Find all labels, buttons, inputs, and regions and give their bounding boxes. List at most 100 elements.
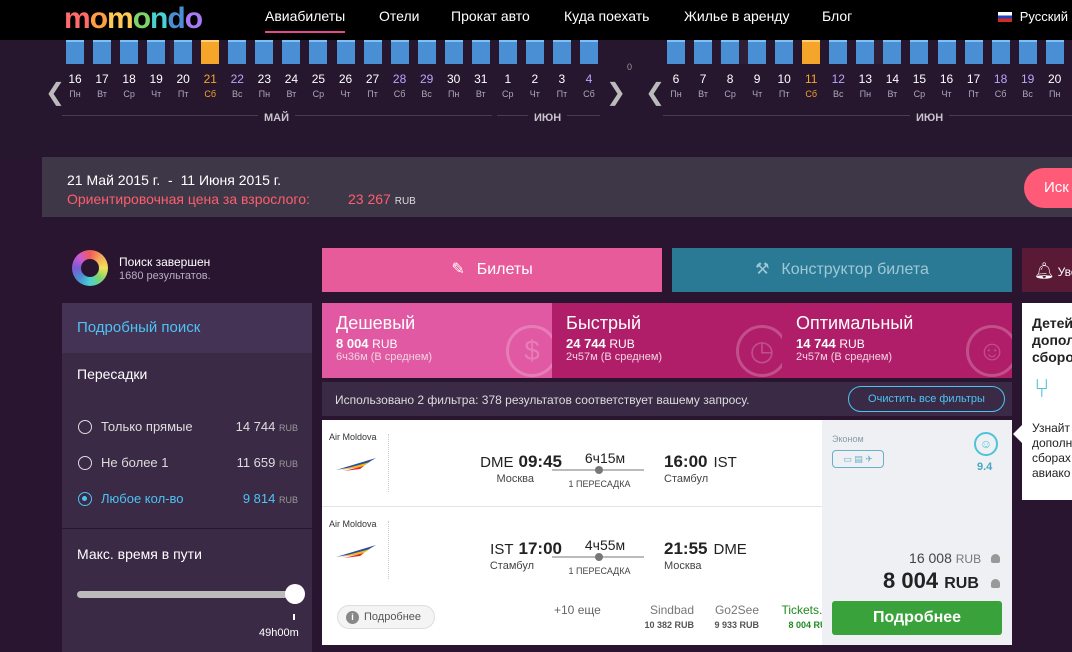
calendar-day[interactable]: 18 Ср [116, 72, 142, 99]
stops-option[interactable]: Только прямые 14 744 RUB [78, 419, 298, 437]
calendar-day[interactable]: 25 Ср [305, 72, 331, 99]
price-bar[interactable] [883, 40, 902, 64]
radio-button[interactable] [78, 420, 92, 434]
price-bar[interactable] [228, 40, 247, 64]
calendar-day[interactable]: 12 Вс [825, 72, 851, 99]
price-bar[interactable] [201, 40, 220, 64]
price-bar[interactable] [937, 40, 956, 64]
nav-destinations[interactable]: Куда поехать [564, 8, 649, 24]
price-bar[interactable] [147, 40, 166, 64]
nav-car-rental[interactable]: Прокат авто [451, 8, 530, 24]
price-bar[interactable] [174, 40, 193, 64]
calendar-day[interactable]: 19 Вс [1015, 72, 1041, 99]
calendar-day[interactable]: 15 Ср [906, 72, 932, 99]
search-button[interactable]: Иск [1024, 168, 1072, 208]
price-bar[interactable] [66, 40, 84, 64]
price-bar[interactable] [498, 40, 517, 64]
calendar-day[interactable]: 29 Вс [414, 72, 440, 99]
calendar-day[interactable]: 17 Пт [961, 72, 987, 99]
calendar-day[interactable]: 20 Пт [170, 72, 196, 99]
calendar-day[interactable]: 14 Вт [879, 72, 905, 99]
return-prev-arrow[interactable]: ❮ [645, 78, 665, 107]
calendar-day[interactable]: 4 Сб [576, 72, 602, 99]
calendar-day[interactable]: 18 Сб [988, 72, 1014, 99]
calendar-day[interactable]: 6 Пн [663, 72, 689, 99]
price-alert-button[interactable]: 🔔︎ Уве [1022, 248, 1072, 292]
calendar-day[interactable]: 24 Вт [278, 72, 304, 99]
price-bar[interactable] [471, 40, 490, 64]
provider-link[interactable]: Go2See 9 933 RUB [714, 603, 759, 630]
calendar-day[interactable]: 17 Вт [89, 72, 115, 99]
sort-optimal[interactable]: Оптимальный 14 744 RUB 2ч57м (В среднем) ☺ [782, 303, 1012, 378]
nav-flights[interactable]: Авиабилеты [265, 8, 346, 33]
more-providers[interactable]: +10 еще [554, 603, 601, 617]
price-bar[interactable] [694, 40, 713, 64]
radio-button[interactable] [78, 456, 92, 470]
language-selector[interactable]: Русский [997, 9, 1068, 24]
sort-cheapest[interactable]: Дешевый 8 004 RUB 6ч36м (В среднем) $ [322, 303, 552, 378]
provider-link[interactable]: Sindbad 10 382 RUB [644, 603, 694, 630]
nav-rentals[interactable]: Жилье в аренду [684, 8, 789, 24]
details-link[interactable]: i Подробнее [337, 605, 435, 629]
price-bar[interactable] [856, 40, 875, 64]
calendar-day[interactable]: 22 Вс [224, 72, 250, 99]
calendar-day[interactable]: 7 Вт [690, 72, 716, 99]
price-bar[interactable] [964, 40, 983, 64]
price-bar[interactable] [775, 40, 794, 64]
price-bar[interactable] [525, 40, 544, 64]
price-bar[interactable] [390, 40, 409, 64]
price-bar[interactable] [829, 40, 848, 64]
price-bar[interactable] [667, 40, 685, 64]
calendar-day[interactable]: 16 Пн [62, 72, 88, 99]
nav-hotels[interactable]: Отели [379, 8, 419, 24]
calendar-day[interactable]: 20 Пн [1042, 72, 1068, 99]
calendar-day[interactable]: 11 Сб [798, 72, 824, 99]
price-bar[interactable] [748, 40, 767, 64]
calendar-day[interactable]: 8 Ср [717, 72, 743, 99]
price-bar[interactable] [910, 40, 929, 64]
price-bar[interactable] [1045, 40, 1064, 64]
radio-button[interactable] [78, 492, 92, 506]
sort-fastest[interactable]: Быстрый 24 744 RUB 2ч57м (В среднем) ◷ [552, 303, 782, 378]
calendar-day[interactable]: 30 Пн [441, 72, 467, 99]
calendar-day[interactable]: 21 Сб [197, 72, 223, 99]
price-bar[interactable] [120, 40, 139, 64]
price-bar[interactable] [417, 40, 436, 64]
price-bar[interactable] [721, 40, 740, 64]
outbound-prev-arrow[interactable]: ❮ [45, 78, 65, 107]
calendar-day[interactable]: 9 Чт [744, 72, 770, 99]
momondo-logo[interactable]: momondo [64, 2, 203, 36]
calendar-day[interactable]: 1 Ср [495, 72, 521, 99]
clear-filters-button[interactable]: Очистить все фильтры [848, 386, 1005, 412]
price-bar[interactable] [1018, 40, 1037, 64]
price-bar[interactable] [336, 40, 355, 64]
calendar-day[interactable]: 26 Чт [333, 72, 359, 99]
price-bar[interactable] [991, 40, 1010, 64]
calendar-day[interactable]: 27 Пт [360, 72, 386, 99]
nav-blog[interactable]: Блог [822, 8, 852, 24]
price-bar[interactable] [802, 40, 821, 64]
calendar-day[interactable]: 31 Вт [468, 72, 494, 99]
calendar-day[interactable]: 13 Пн [852, 72, 878, 99]
price-bar[interactable] [309, 40, 328, 64]
calendar-day[interactable]: 16 Чт [934, 72, 960, 99]
price-bar[interactable] [255, 40, 274, 64]
price-bar[interactable] [282, 40, 301, 64]
stops-option[interactable]: Не более 1 11 659 RUB [78, 455, 298, 473]
advanced-search-title[interactable]: Подробный поиск [62, 303, 312, 353]
book-details-button[interactable]: Подробнее [832, 601, 1002, 635]
slider-handle[interactable] [285, 584, 305, 604]
price-bar[interactable] [579, 40, 598, 64]
calendar-day[interactable]: 2 Чт [522, 72, 548, 99]
calendar-day[interactable]: 19 Чт [143, 72, 169, 99]
calendar-day[interactable]: 28 Сб [387, 72, 413, 99]
calendar-day[interactable]: 10 Пт [771, 72, 797, 99]
travel-time-slider[interactable] [77, 591, 295, 598]
tab-tickets[interactable]: ✎ Билеты [322, 248, 662, 292]
tab-ticket-builder[interactable]: ⚒ Конструктор билета [672, 248, 1012, 292]
outbound-next-arrow[interactable]: ❯ [606, 78, 626, 107]
calendar-day[interactable]: 3 Пт [549, 72, 575, 99]
price-bar[interactable] [363, 40, 382, 64]
price-bar[interactable] [444, 40, 463, 64]
price-bar[interactable] [93, 40, 112, 64]
